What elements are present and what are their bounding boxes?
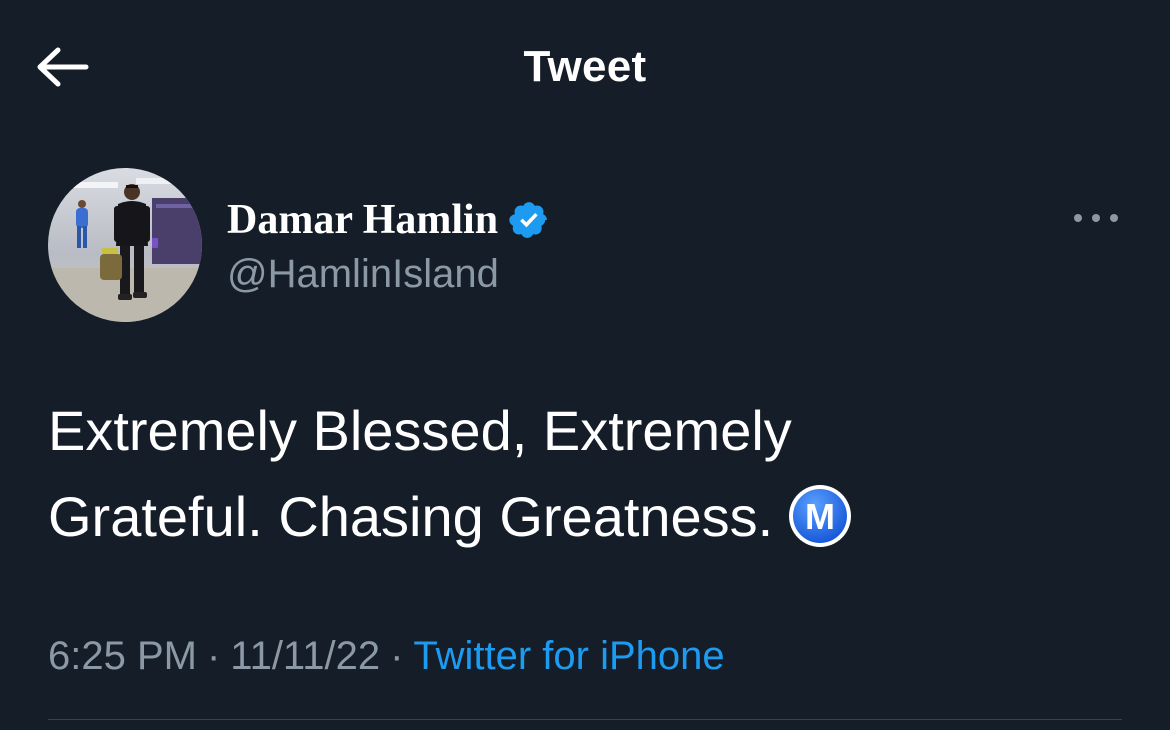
tweet-text-line-2-text: Grateful. Chasing Greatness. xyxy=(48,485,774,548)
avatar[interactable] xyxy=(48,168,202,322)
more-options-button[interactable] xyxy=(1066,198,1126,238)
author-name[interactable]: Damar Hamlin xyxy=(227,194,498,246)
tweet-time: 6:25 PM xyxy=(48,634,197,678)
m-emoji-letter: M xyxy=(805,496,835,537)
tweet-text-line-1: Extremely Blessed, Extremely xyxy=(48,399,792,462)
author-name-row: Damar Hamlin xyxy=(227,194,550,246)
meta-separator: · xyxy=(390,634,404,678)
tweet-meta: 6:25 PM · 11/11/22 · Twitter for iPhone xyxy=(48,630,725,682)
tweet-text: Extremely Blessed, Extremely Grateful. C… xyxy=(48,388,1128,560)
tweet-date: 11/11/22 xyxy=(230,634,381,678)
tweet-detail-page: Tweet Damar Hamlin @HamlinIsland Extreme… xyxy=(0,0,1170,730)
verified-badge-icon xyxy=(509,202,547,238)
page-title: Tweet xyxy=(523,42,647,91)
more-horizontal-icon xyxy=(1074,214,1118,222)
author-handle[interactable]: @HamlinIsland xyxy=(227,250,499,298)
top-nav-bar: Tweet xyxy=(0,0,1170,135)
avatar-image xyxy=(48,168,202,322)
meta-separator: · xyxy=(206,634,221,678)
tweet-text-line-2: Grateful. Chasing Greatness. M xyxy=(48,474,1128,560)
circled-m-emoji: M xyxy=(789,485,852,548)
divider xyxy=(48,719,1122,720)
tweet-source-link[interactable]: Twitter for iPhone xyxy=(413,634,724,678)
